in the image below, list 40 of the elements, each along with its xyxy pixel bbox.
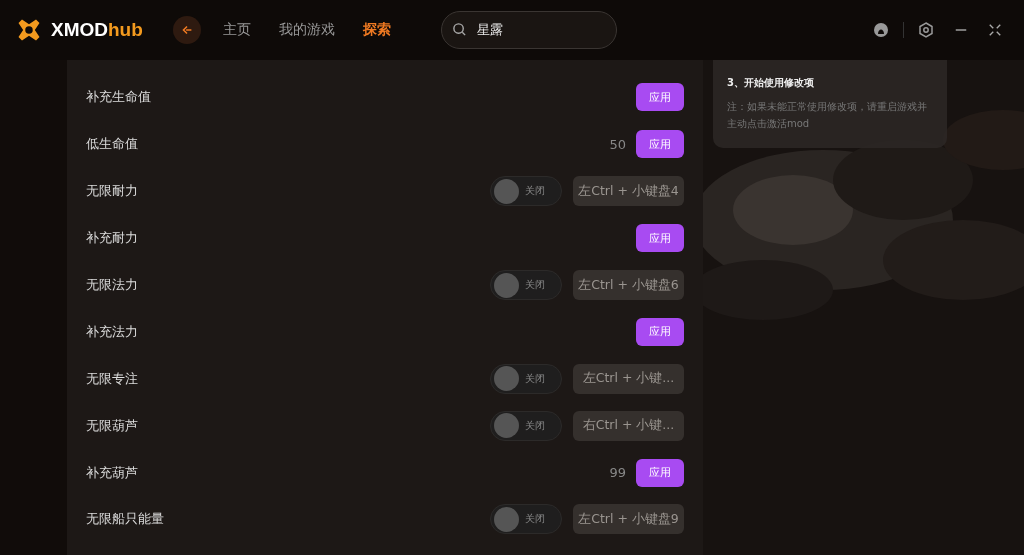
mod-name: 无限船只能量 [86,510,164,529]
mod-name: 无限葫芦 [86,416,138,435]
apply-button[interactable]: 应用 [636,458,684,487]
apply-button[interactable]: 应用 [636,317,684,346]
hotkey-button[interactable]: 左Ctrl + 小键盘9 [573,504,684,535]
guide-note: 注：如果未能正常使用修改项，请重启游戏并主动点击激活mod [727,100,928,131]
back-arrow-icon [180,23,194,37]
toggle-switch[interactable]: 关闭 [490,270,562,300]
search-icon [452,22,467,37]
mod-name: 无限耐力 [86,182,138,201]
guide-step: 3、开始使用修改项 [727,76,935,90]
hotkey-button[interactable]: 左Ctrl + 小键盘4 [573,176,684,207]
toggle-switch[interactable]: 关闭 [490,363,562,394]
mod-name: 补充法力 [86,322,138,341]
mod-name: 补充葫芦 [86,463,138,482]
mod-value: 99 [609,465,626,481]
fullscreen-icon[interactable] [988,23,1002,37]
mod-name: 补充耐力 [86,229,138,248]
mod-value: 50 [609,136,626,152]
hotkey-button[interactable]: 左Ctrl + 小键盘6 [573,270,684,300]
mod-name: 无限专注 [86,369,138,388]
support-icon[interactable] [873,22,889,38]
apply-button[interactable]: 应用 [636,83,684,112]
hotkey-button[interactable]: 右Ctrl + 小键... [573,410,684,441]
apply-button[interactable]: 应用 [636,130,684,159]
apply-button[interactable]: 应用 [636,224,684,253]
settings-icon[interactable] [918,22,934,38]
nav-tab[interactable]: 我的游戏 [279,21,335,39]
mod-name: 补充生命值 [86,88,151,107]
toggle-switch[interactable]: 关闭 [490,504,562,535]
mod-name: 低生命值 [86,135,138,154]
nav-tab[interactable]: 主页 [223,21,251,39]
search-field[interactable]: 星露 [441,11,617,49]
hotkey-button[interactable]: 左Ctrl + 小键... [573,363,684,394]
app-logo-text: XMODhub [51,19,143,41]
toggle-switch[interactable]: 关闭 [490,410,562,441]
toggle-switch[interactable]: 关闭 [490,176,562,207]
back-button[interactable] [173,16,201,44]
nav-tab[interactable]: 探索 [363,21,391,39]
mod-name: 无限法力 [86,276,138,294]
